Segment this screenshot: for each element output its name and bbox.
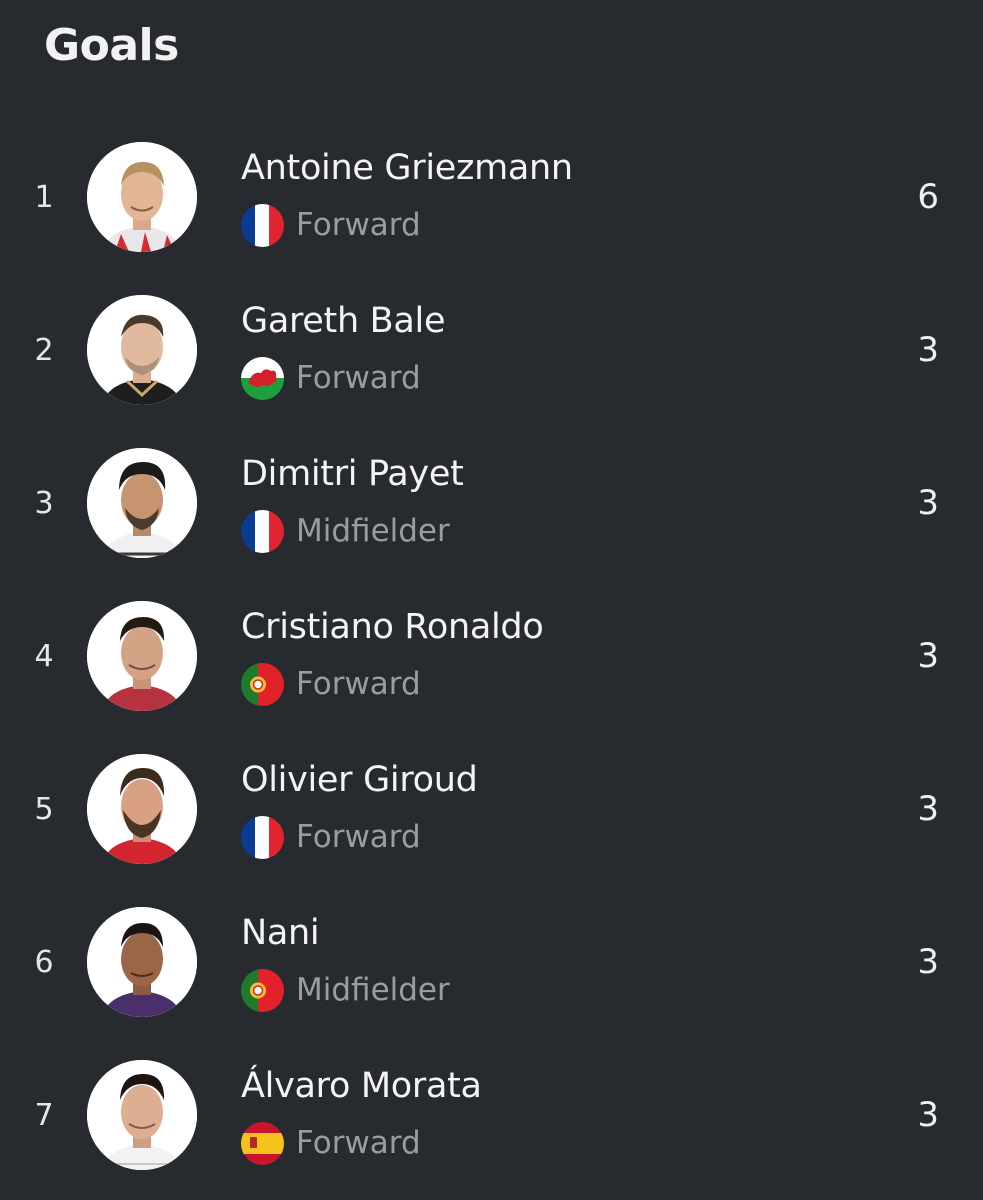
- player-name[interactable]: Olivier Giroud: [241, 760, 478, 800]
- player-meta: Midfielder: [241, 509, 450, 553]
- player-meta: Forward: [241, 1121, 421, 1165]
- player-photo[interactable]: [87, 142, 197, 252]
- player-name[interactable]: Antoine Griezmann: [241, 148, 573, 188]
- portugal-flag-icon: [241, 662, 284, 706]
- player-photo[interactable]: [87, 601, 197, 711]
- goal-count: 3: [917, 942, 939, 982]
- player-position: Forward: [296, 819, 421, 855]
- spain-flag-icon: [241, 1121, 284, 1165]
- player-position: Forward: [296, 666, 421, 702]
- player-name[interactable]: Álvaro Morata: [241, 1066, 482, 1106]
- player-name[interactable]: Dimitri Payet: [241, 454, 464, 494]
- player-position: Forward: [296, 360, 421, 396]
- player-row[interactable]: 6 Nani Midfielder 3: [0, 886, 983, 1039]
- france-flag-icon: [241, 509, 284, 553]
- player-position: Forward: [296, 1125, 421, 1161]
- goals-leaderboard: 1 Antoine Griezmann Forward 6 2 Gareth B…: [0, 121, 983, 1192]
- player-name[interactable]: Nani: [241, 913, 320, 953]
- player-row[interactable]: 3 Dimitri Payet Midfielder 3: [0, 427, 983, 580]
- player-name[interactable]: Gareth Bale: [241, 301, 445, 341]
- player-photo[interactable]: [87, 1060, 197, 1170]
- goal-count: 3: [917, 483, 939, 523]
- france-flag-icon: [241, 815, 284, 859]
- wales-flag-icon: [241, 356, 284, 400]
- player-rank: 6: [34, 945, 54, 980]
- player-photo[interactable]: [87, 295, 197, 405]
- goal-count: 3: [917, 789, 939, 829]
- player-rank: 2: [34, 333, 54, 368]
- goal-count: 3: [917, 636, 939, 676]
- player-photo[interactable]: [87, 754, 197, 864]
- player-position: Midfielder: [296, 513, 450, 549]
- player-rank: 3: [34, 486, 54, 521]
- player-row[interactable]: 5 Olivier Giroud Forward 3: [0, 733, 983, 886]
- france-flag-icon: [241, 203, 284, 247]
- player-row[interactable]: 7 Álvaro Morata Forward 3: [0, 1039, 983, 1192]
- player-rank: 5: [34, 792, 54, 827]
- player-row[interactable]: 1 Antoine Griezmann Forward 6: [0, 121, 983, 274]
- player-meta: Forward: [241, 662, 421, 706]
- player-photo[interactable]: [87, 448, 197, 558]
- player-meta: Forward: [241, 815, 421, 859]
- player-name[interactable]: Cristiano Ronaldo: [241, 607, 544, 647]
- player-rank: 4: [34, 639, 54, 674]
- player-row[interactable]: 4 Cristiano Ronaldo Forward 3: [0, 580, 983, 733]
- player-rank: 7: [34, 1098, 54, 1133]
- player-meta: Midfielder: [241, 968, 450, 1012]
- portugal-flag-icon: [241, 968, 284, 1012]
- player-position: Forward: [296, 207, 421, 243]
- goal-count: 6: [917, 177, 939, 217]
- page-title: Goals: [44, 20, 179, 71]
- player-row[interactable]: 2 Gareth Bale Forward 3: [0, 274, 983, 427]
- player-meta: Forward: [241, 356, 421, 400]
- player-meta: Forward: [241, 203, 421, 247]
- player-photo[interactable]: [87, 907, 197, 1017]
- player-position: Midfielder: [296, 972, 450, 1008]
- player-rank: 1: [34, 180, 54, 215]
- goal-count: 3: [917, 1095, 939, 1135]
- goal-count: 3: [917, 330, 939, 370]
